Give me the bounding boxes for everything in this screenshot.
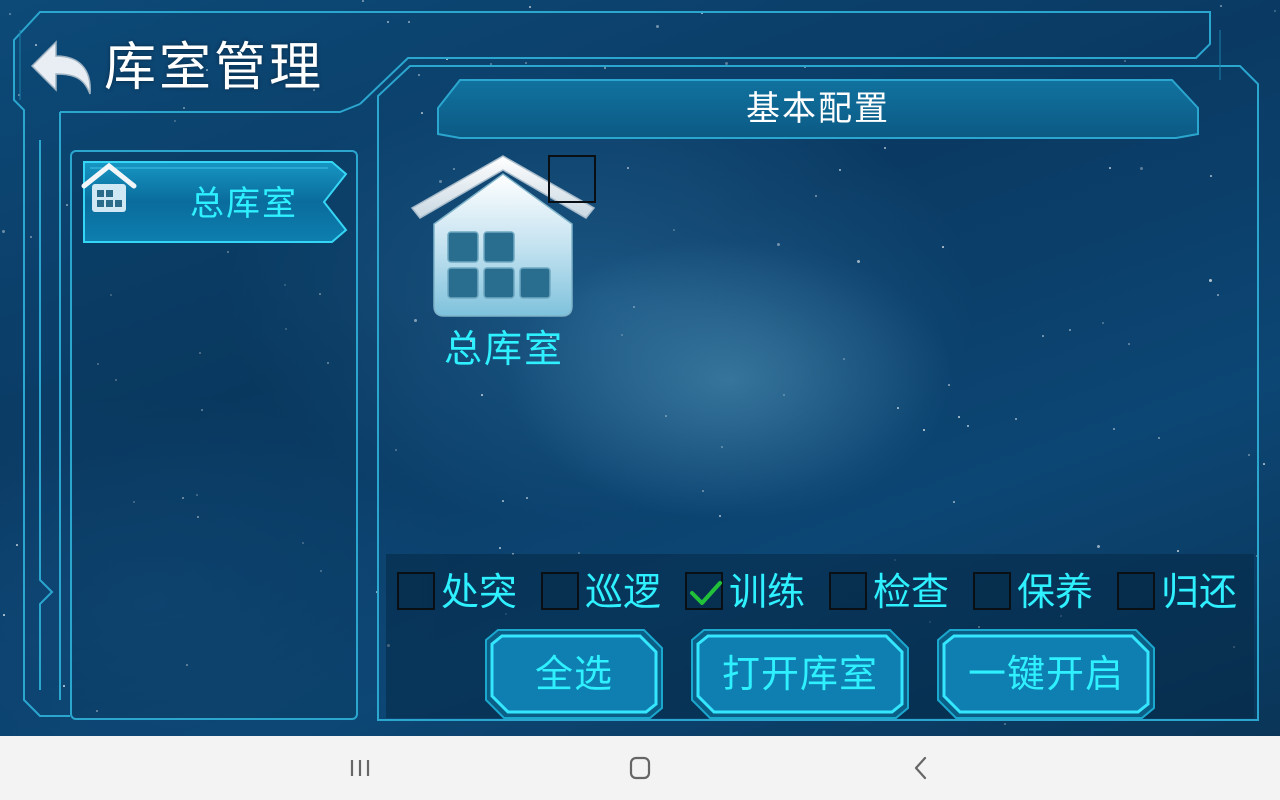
section-title: 基本配置 xyxy=(746,89,890,129)
checkmark-icon xyxy=(690,581,722,605)
room-card-label: 总库室 xyxy=(443,327,564,371)
recents-button[interactable] xyxy=(320,736,400,800)
checkbox-box xyxy=(397,572,435,610)
page-title: 库室管理 xyxy=(104,38,325,98)
room-select-checkbox[interactable] xyxy=(548,155,596,203)
app-screen: 库室管理 总库室 基本配置 总库室 处突 巡逻 训练 检查 保养 归还 全选 打… xyxy=(0,0,1280,736)
checkbox-box xyxy=(973,572,1011,610)
option-label: 巡逻 xyxy=(585,570,662,614)
select-all-label: 全选 xyxy=(534,652,613,696)
checkbox-box xyxy=(541,572,579,610)
checkbox-box xyxy=(829,572,867,610)
option-label: 处突 xyxy=(441,570,518,614)
option-label: 归还 xyxy=(1161,570,1238,614)
warehouse-icon xyxy=(81,162,137,212)
open-room-label: 打开库室 xyxy=(721,652,878,696)
system-navigation-bar xyxy=(0,736,1280,800)
recents-icon xyxy=(350,760,370,776)
checkbox-box xyxy=(685,572,723,610)
select-all-button[interactable]: 全选 xyxy=(484,628,664,720)
option-label: 保养 xyxy=(1017,570,1094,614)
option-label: 训练 xyxy=(729,570,806,614)
home-button[interactable] xyxy=(600,736,680,800)
checkbox-box xyxy=(1117,572,1155,610)
option-label: 检查 xyxy=(873,570,950,614)
back-arrow-icon xyxy=(30,40,91,95)
system-back-button[interactable] xyxy=(880,736,960,800)
back-chevron-icon xyxy=(914,756,927,780)
one-key-open-label: 一键开启 xyxy=(967,652,1124,696)
open-room-button[interactable]: 打开库室 xyxy=(690,628,910,720)
back-button[interactable] xyxy=(26,36,96,98)
one-key-open-button[interactable]: 一键开启 xyxy=(936,628,1156,720)
home-icon xyxy=(629,756,651,780)
section-header: 基本配置 xyxy=(436,78,1200,140)
sidebar-item-main-room[interactable]: 总库室 xyxy=(80,160,348,244)
sidebar-item-label: 总库室 xyxy=(190,184,298,224)
